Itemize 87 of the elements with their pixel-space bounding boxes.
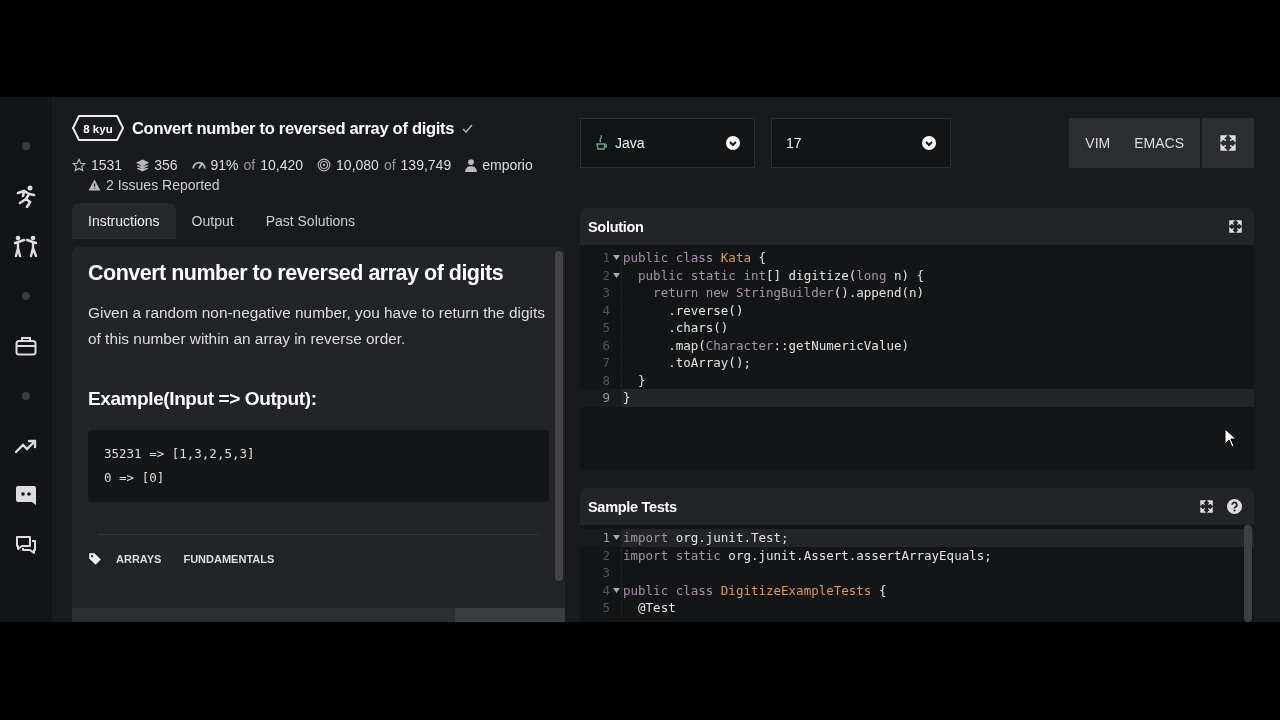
target-icon [317,158,332,172]
code-line: .toArray(); [667,354,752,372]
chevron-down-icon [922,136,936,150]
line-number: 6 [602,337,610,353]
stat-value: 10,080 [336,157,379,173]
line-number: 8 [602,372,610,388]
fold-triangle-icon[interactable] [613,255,620,261]
code-line: import static org.junit.Assert.assertArrayEquals; [622,546,993,564]
expand-icon [1220,135,1236,151]
coffee-cup-icon [595,135,607,151]
version-dropdown[interactable]: 17 [771,118,951,168]
line-number: 5 [602,320,610,336]
star-icon [72,158,86,172]
sparring-figures-icon[interactable] [13,234,39,258]
code-line: @Test [637,599,677,617]
nav-dot[interactable] [22,392,30,400]
kata-heading: Convert number to reversed array of digits [88,261,505,286]
language-dropdown[interactable]: Java [580,118,755,168]
runner-icon[interactable] [14,184,38,208]
line-number: 4 [602,582,610,598]
line-number: 1 [602,250,610,266]
user-icon [465,158,478,172]
trending-up-icon[interactable] [15,439,37,453]
line-number: 9 [602,390,610,406]
line-number: 3 [602,565,610,581]
issues-link[interactable]: 2 Issues Reported [106,177,220,193]
stat-label: of [383,157,396,173]
fold-triangle-icon[interactable] [613,535,620,541]
mouse-pointer-icon [1224,428,1238,448]
code-line: public static int[] digitize(long n) { [637,266,926,284]
expand-icon[interactable] [1200,500,1213,513]
stat-total: 10,420 [260,157,304,173]
nav-dot[interactable] [22,292,30,300]
tab[interactable]: Output [175,203,250,239]
warning-icon [88,179,101,191]
chevron-down-icon [726,136,740,150]
gauge-icon [191,159,206,171]
description-text: Given a random non-negative number, you have to return the digits of this number within an array in reverse order. [88,303,546,349]
code-line: 0 => [0] [104,469,165,487]
panel-title: Solution [588,218,645,235]
line-number: 5 [602,600,610,616]
code-line: .chars() [667,319,730,337]
code-line: .reverse() [667,301,745,319]
sample-tests-editor[interactable]: Sample Tests 1 import org.junit.Test; 2 import static org.junit.Assert.assertArrayEquals; 3 4 public class DigitizeExampleTests { 5 @Test [580,488,1254,622]
tab[interactable]: Past Solutions [249,203,372,239]
fullscreen-button[interactable] [1202,118,1254,168]
fold-triangle-icon[interactable] [613,587,620,593]
panel-title: Sample Tests [588,498,678,515]
scrollbar-thumb[interactable] [455,608,565,622]
stat-value: 356 [154,157,178,173]
stat-total: 139,749 [400,157,452,173]
scrollbar-thumb[interactable] [1244,525,1252,622]
code-line: } [637,371,647,389]
line-number: 7 [602,355,610,371]
code-line: .map(Character::getNumericValue) [667,336,910,354]
line-number: 2 [602,547,610,563]
code-line: public class Kata { [622,249,767,267]
scrollbar-thumb[interactable] [555,251,563,581]
chat-game-icon[interactable] [15,485,37,507]
stat-label: of [243,157,256,173]
kata-title: Convert number to reversed array of digits [132,118,455,138]
mode-button[interactable]: VIM [1073,118,1123,168]
tab[interactable]: Instructions [72,203,176,239]
tag-icon [88,552,102,566]
briefcase-icon[interactable] [15,336,37,356]
line-number: 3 [602,285,610,301]
expand-icon[interactable] [1229,220,1242,233]
line-number: 4 [602,302,610,318]
nav-dot[interactable] [22,142,30,150]
code-line: return new StringBuilder().append(n) [652,284,926,302]
language-value: Java [615,135,646,151]
fold-triangle-icon[interactable] [613,272,620,278]
line-number: 1 [602,530,610,546]
help-icon[interactable] [1227,499,1242,514]
solution-editor[interactable]: Solution 1 public class Kata { 2 public static int[] digitize(long n) { 3 return new StringBuilder().append(n) 4 .reverse() 5 .chars() 6 .map(Character::getNumericValue) 7 .toArray(); 8 } 9 } [580,208,1254,470]
author-name[interactable]: emporio [482,157,533,173]
mode-button[interactable]: EMACS [1122,118,1196,168]
code-line: 35231 => [1,3,2,5,3] [104,445,255,463]
version-value: 17 [786,135,803,151]
line-number: 2 [602,267,610,283]
example-heading: Example(Input => Output): [88,388,318,410]
rank-text: 8 kyu [83,122,113,135]
code-line: public class DigitizeExampleTests { [622,581,888,599]
stack-icon [136,158,150,172]
stat-value: 1531 [91,157,123,173]
chat-bubbles-icon[interactable] [15,535,37,557]
stat-value: 91% [210,157,239,173]
